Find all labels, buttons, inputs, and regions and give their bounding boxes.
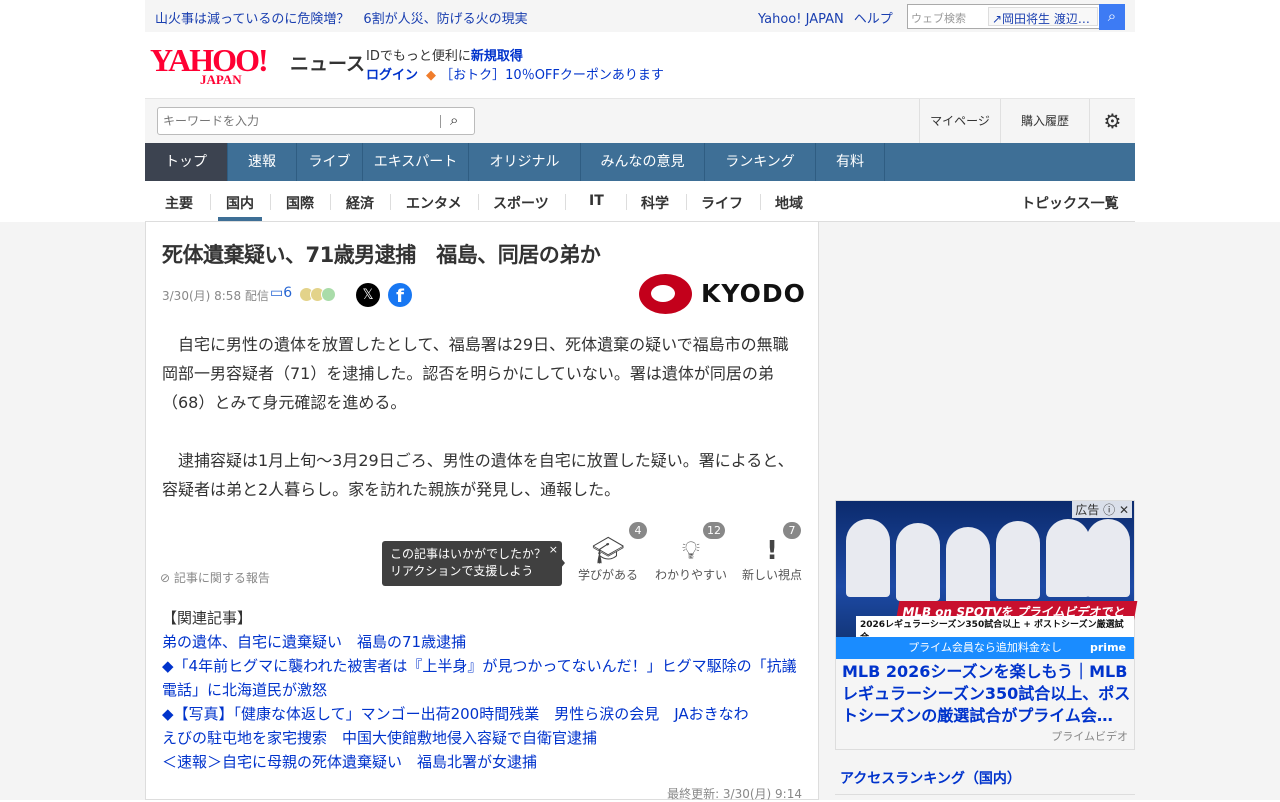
related-heading: 【関連記事】 [162,609,253,627]
login-link[interactable]: ログイン [366,68,418,83]
comments-link[interactable]: ▭6 [270,285,292,301]
ad-card[interactable]: MLB on SPOTVを プライムビデオでとことん観よう! 2026レギュラー… [835,500,1138,750]
reaction-learn-button[interactable]: 🎓︎ 学びがある 4 [577,522,647,583]
ad-image[interactable]: MLB on SPOTVを プライムビデオでとことん観よう! 2026レギュラー… [836,501,1138,659]
report-label: 記事に関する報告 [173,571,270,585]
web-search-input[interactable]: ウェブ検索 ↗岡田将生 渡辺… [907,4,1100,29]
yahoo-japan-link[interactable]: Yahoo! JAPAN [758,12,844,27]
nav-original[interactable]: オリジナル [469,143,581,181]
graduation-cap-icon: 🎓︎ [591,536,625,566]
prime-logo: prime [1090,641,1126,654]
reaction-tooltip: この記事はいかがでしたか？ リアクションで支援しよう × [382,541,565,586]
toolbar: ⌕ マイページ 購入履歴 ⚙ [145,98,1135,143]
ad-source: プライムビデオ [1051,730,1128,743]
article: 死体遺棄疑い、71歳男逮捕 福島、同居の弟か 3/30(月) 8:58 配信 ▭… [145,222,819,801]
search-placeholder: ウェブ検索 [911,12,966,25]
id-promo: IDでもっと便利に [366,49,471,64]
divider [440,115,441,128]
keyword-search: ⌕ [157,107,475,135]
nav-breaking[interactable]: 速報 [228,143,297,181]
tab-sports[interactable]: スポーツ [493,193,549,213]
tab-entertainment[interactable]: エンタメ [406,193,462,213]
top-headline-link[interactable]: 山火事は減っているのに危険増？ [155,12,349,27]
help-link[interactable]: ヘルプ [854,12,893,27]
mypage-button[interactable]: マイページ [919,99,1000,143]
paragraph: 逮捕容疑は1月上旬～3月29日ごろ、男性の遺体を自宅に放置した疑い。署によると、… [162,451,794,499]
reaction-new-view-button[interactable]: ! 新しい視点 7 [741,522,803,583]
paragraph: 自宅に男性の遺体を放置したとして、福島署は29日、死体遺棄の疑いで福島市の無職岡… [162,335,789,412]
info-icon[interactable]: ⓘ [1103,503,1115,517]
gear-icon[interactable]: ⚙ [1089,99,1135,143]
tooltip-line: リアクションで支援しよう [390,564,534,578]
tab-life[interactable]: ライフ [701,193,743,213]
comment-count: 6 [283,285,293,301]
tab-main[interactable]: 主要 [165,193,193,213]
web-search-button[interactable]: ⌕ [1099,4,1125,30]
search-icon[interactable]: ⌕ [450,111,458,129]
source-name: KYODO [701,279,806,308]
article-title: 死体遺棄疑い、71歳男逮捕 福島、同居の弟か [162,243,601,267]
ad-banner-text: プライム会員なら追加料金なし [908,641,1062,654]
reaction-count: 4 [629,522,647,539]
coupon-icon: ◆ [426,68,437,83]
keyword-input[interactable] [158,108,428,134]
related-link[interactable]: 弟の遺体、自宅に遺棄疑い 福島の71歳逮捕 [162,630,807,654]
ad-label: 広告 [1075,503,1100,517]
reaction-label: 新しい視点 [741,568,802,582]
search-icon: ⌕ [1107,7,1117,25]
reaction-count: 12 [703,522,725,539]
reaction-label: 学びがある [577,568,638,582]
tab-it[interactable]: IT [589,193,604,209]
top-headline-link[interactable]: 6割が人災、防げる火の現実 [363,12,527,27]
reaction-count: 7 [783,522,801,539]
x-share-icon[interactable]: 𝕏 [356,283,380,307]
tab-economy[interactable]: 経済 [346,193,374,213]
ad-title[interactable]: MLB 2026シーズンを楽しもう｜MLBレギュラーシーズン350試合以上、ポス… [842,661,1132,727]
purchase-history-button[interactable]: 購入履歴 [1000,99,1089,143]
tab-domestic[interactable]: 国内 [226,193,254,213]
news-logo[interactable]: ニュース [290,49,365,76]
related-link[interactable]: ◆「4年前ヒグマに襲われた被害者は『上半身』が見つかってないんだ！」ヒグマ駆除の… [162,654,807,702]
coupon-link[interactable]: ［おトク］10％OFFクーポンあります [440,68,664,83]
last-updated: 最終更新: 3/30(月) 9:14 [667,787,802,801]
reaction-faces-icon [299,287,336,306]
tab-region[interactable]: 地域 [775,193,803,213]
report-link[interactable]: ⊘ 記事に関する報告 [160,569,270,586]
close-icon[interactable]: × [549,541,558,558]
tab-science[interactable]: 科学 [641,193,669,213]
nav-expert[interactable]: エキスパート [363,143,469,181]
prohibited-icon: ⊘ [160,571,171,585]
nav-top[interactable]: トップ [145,143,228,181]
related-link[interactable]: ＜速報＞自宅に母親の死体遺棄疑い 福島北署が女逮捕 [162,750,807,774]
topics-list-link[interactable]: トピックス一覧 [1021,193,1119,213]
main-nav: トップ 速報 ライブ エキスパート オリジナル みんなの意見 ランキング 有料 [145,143,1135,181]
header: YAHOO! JAPAN ニュース IDでもっと便利に新規取得ログイン ◆ ［おトク… [145,32,1135,98]
related-link[interactable]: ◆【写真】「健康な体返して」マンゴー出荷200時間残業 男性ら涙の会見 JAおき… [162,702,807,726]
signup-link[interactable]: 新規取得 [471,49,523,64]
close-icon[interactable]: ✕ [1119,503,1129,517]
comment-icon: ▭ [270,285,284,301]
nav-paid[interactable]: 有料 [816,143,885,181]
tooltip-line: この記事はいかがでしたか？ [390,547,547,561]
reaction-clear-button[interactable]: 💡︎ わかりやすい 12 [653,522,729,583]
category-nav: 主要 国内 国際 経済 エンタメ スポーツ IT 科学 ライフ 地域 トピックス… [145,181,1135,222]
search-suggestion[interactable]: ↗岡田将生 渡辺… [988,7,1098,26]
reaction-label: わかりやすい [654,568,727,582]
active-tab-indicator [218,217,262,221]
article-body: 自宅に男性の遺体を放置したとして、福島署は29日、死体遺棄の疑いで福島市の無職岡… [162,330,802,533]
nav-ranking[interactable]: ランキング [705,143,816,181]
related-articles: 【関連記事】 弟の遺体、自宅に遺棄疑い 福島の71歳逮捕 ◆「4年前ヒグマに襲わ… [162,606,807,774]
yahoo-logo[interactable]: YAHOO! JAPAN [150,44,269,86]
publish-date: 3/30(月) 8:58 配信 [162,289,269,303]
related-link[interactable]: えびの駐屯地を家宅捜索 中国大使館敷地侵入容疑で自衛官逮捕 [162,726,807,750]
nav-live[interactable]: ライブ [297,143,363,181]
facebook-share-icon[interactable]: f [388,283,412,307]
kyodo-logo[interactable]: KYODO [639,274,805,316]
nav-opinions[interactable]: みんなの意見 [581,143,705,181]
access-ranking-heading[interactable]: アクセスランキング（国内） [835,768,1135,795]
tab-international[interactable]: 国際 [286,193,314,213]
top-bar: 山火事は減っているのに危険増？ 6割が人災、防げる火の現実 Yahoo! JAPA… [0,0,1280,32]
